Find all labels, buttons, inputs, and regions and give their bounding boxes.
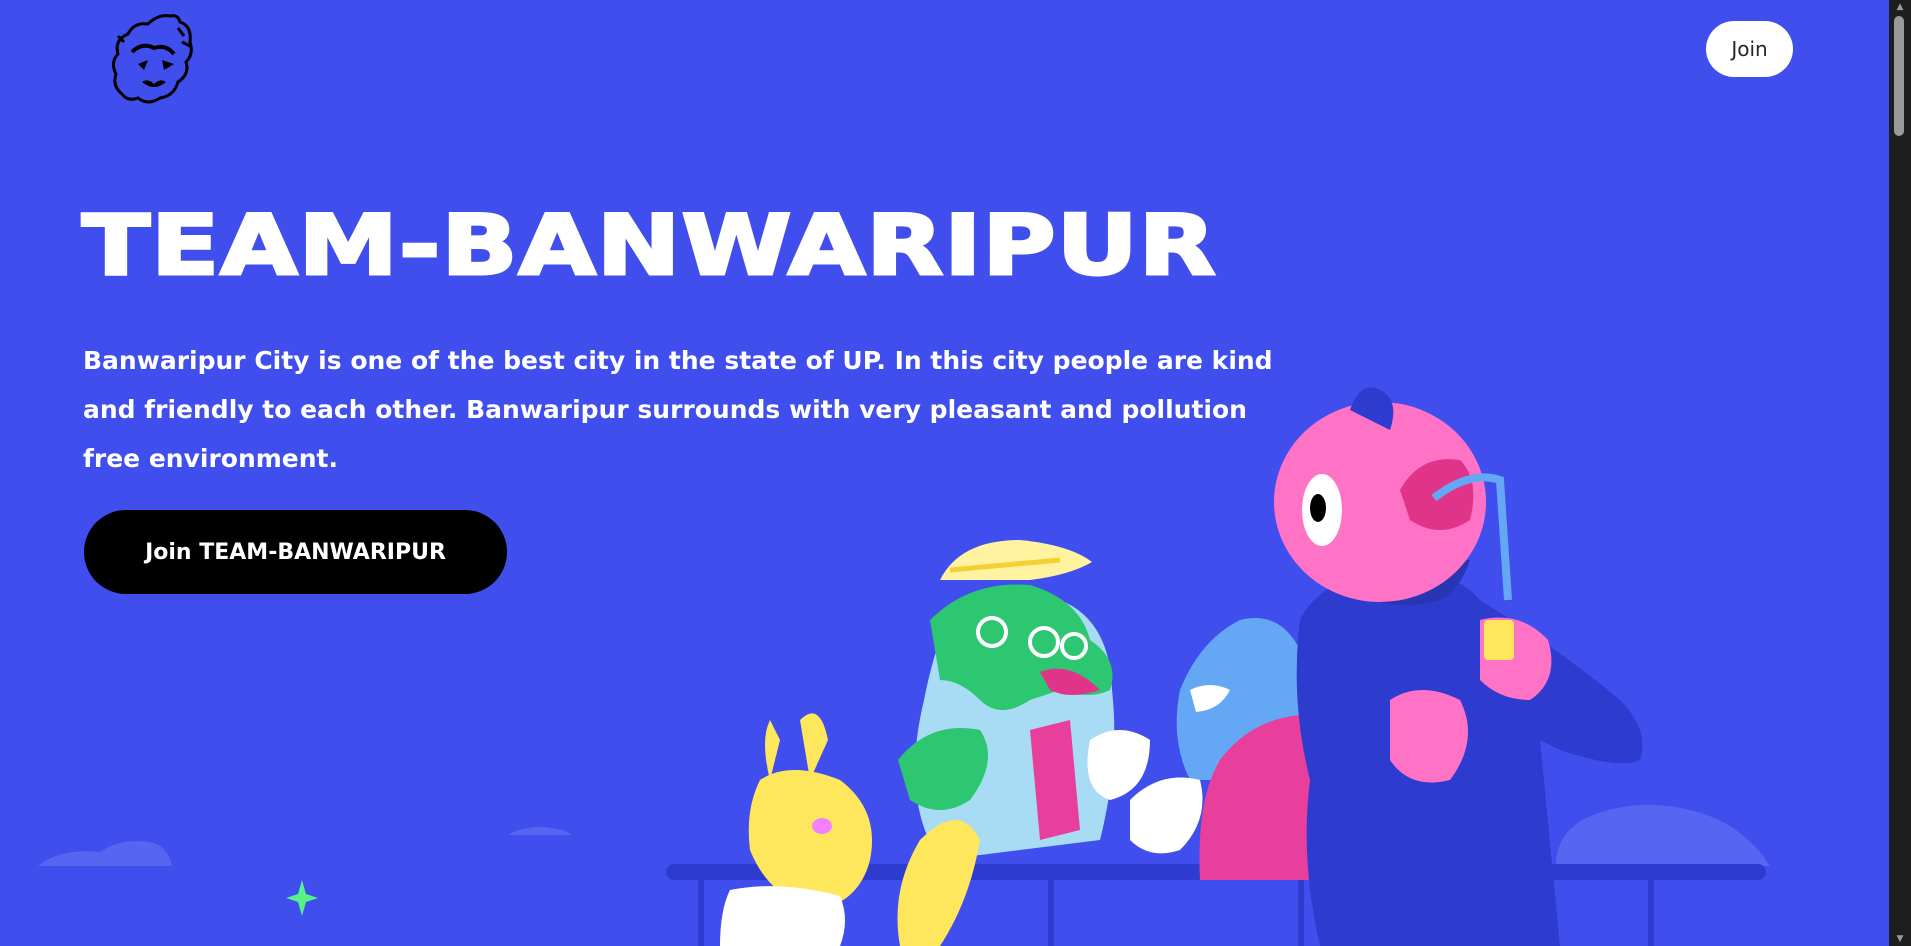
cloud-right — [1556, 804, 1770, 866]
railing-bar — [666, 864, 1766, 880]
page-title: TEAM-BANWARIPUR — [80, 196, 1217, 296]
yellow-character — [720, 713, 980, 946]
landing-page: Join TEAM-BANWARIPUR Banwaripur City is … — [0, 0, 1889, 946]
cloud-left — [38, 841, 172, 866]
hero-description: Banwaripur City is one of the best city … — [83, 346, 1273, 473]
join-team-button[interactable]: Join TEAM-BANWARIPUR — [84, 510, 507, 594]
join-button[interactable]: Join — [1706, 21, 1793, 77]
pink-head-character — [1274, 387, 1643, 946]
cloud-mid-right — [1446, 889, 1556, 920]
cloud-small — [508, 826, 572, 835]
green-character — [898, 540, 1150, 860]
browser-viewport: Join TEAM-BANWARIPUR Banwaripur City is … — [0, 0, 1889, 946]
blue-character — [1176, 618, 1314, 780]
tiger-logo-icon[interactable] — [108, 12, 198, 106]
vertical-scrollbar[interactable]: ▲ ▼ — [1889, 0, 1911, 946]
scroll-down-arrow-icon[interactable]: ▼ — [1889, 932, 1911, 946]
scrollbar-thumb[interactable] — [1894, 16, 1904, 136]
sparkle-icon — [286, 880, 318, 916]
railing-posts — [698, 878, 1654, 946]
scroll-up-arrow-icon[interactable]: ▲ — [1889, 0, 1911, 14]
pink-backpack — [1130, 715, 1346, 880]
